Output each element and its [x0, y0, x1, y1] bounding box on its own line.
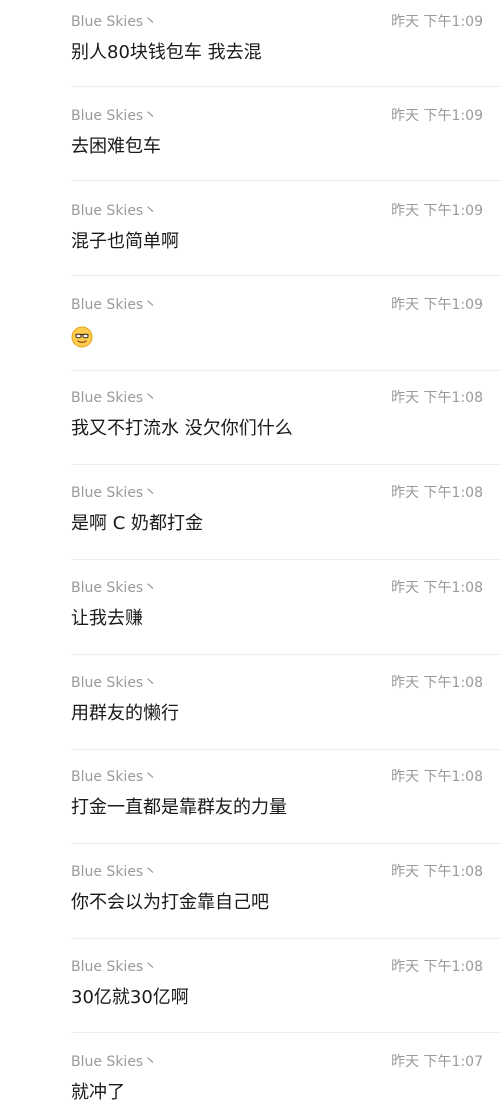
message-item[interactable]: Blue Skies丶 昨天 下午1:08 你不会以为打金靠自己吧 — [71, 850, 483, 944]
message-time: 昨天 下午1:08 — [391, 580, 483, 596]
message-text: 30亿就30亿啊 — [71, 987, 189, 1008]
sender-name[interactable]: Blue Skies丶 — [71, 202, 157, 220]
sender-name[interactable]: Blue Skies丶 — [71, 579, 157, 597]
sender-name[interactable]: Blue Skies丶 — [71, 768, 157, 786]
message-text: 打金一直都是靠群友的力量 — [71, 797, 287, 818]
message-item[interactable]: Blue Skies丶 昨天 下午1:08 是啊 C 奶都打金 — [71, 471, 483, 565]
message-time: 昨天 下午1:08 — [391, 959, 483, 975]
divider — [71, 654, 501, 655]
message-time: 昨天 下午1:08 — [391, 390, 483, 406]
message-text: 你不会以为打金靠自己吧 — [71, 892, 269, 913]
message-time: 昨天 下午1:08 — [391, 675, 483, 691]
message-time: 昨天 下午1:09 — [391, 203, 483, 219]
message-item[interactable]: Blue Skies丶 昨天 下午1:08 我又不打流水 没欠你们什么 — [71, 376, 483, 470]
sender-name[interactable]: Blue Skies丶 — [71, 484, 157, 502]
divider — [71, 180, 501, 181]
message-text: 混子也简单啊 — [71, 231, 179, 252]
sender-name[interactable]: Blue Skies丶 — [71, 13, 157, 31]
message-time: 昨天 下午1:08 — [391, 864, 483, 880]
message-text: 就冲了 — [71, 1082, 125, 1103]
divider — [71, 86, 501, 87]
message-feed: Blue Skies丶 昨天 下午1:09 别人80块钱包车 我去混 Blue … — [0, 0, 501, 1116]
sender-name[interactable]: Blue Skies丶 — [71, 863, 157, 881]
message-item[interactable]: Blue Skies丶 昨天 下午1:08 用群友的懒行 — [71, 661, 483, 755]
message-item[interactable]: Blue Skies丶 昨天 下午1:08 打金一直都是靠群友的力量 — [71, 755, 483, 849]
message-text: 用群友的懒行 — [71, 703, 179, 724]
message-item[interactable]: Blue Skies丶 昨天 下午1:08 让我去赚 — [71, 566, 483, 660]
sender-name[interactable]: Blue Skies丶 — [71, 389, 157, 407]
message-item[interactable]: Blue Skies丶 昨天 下午1:09 别人80块钱包车 我去混 — [71, 0, 483, 94]
message-time: 昨天 下午1:09 — [391, 108, 483, 124]
sender-name[interactable]: Blue Skies丶 — [71, 107, 157, 125]
message-time: 昨天 下午1:07 — [391, 1054, 483, 1070]
divider — [71, 1032, 501, 1033]
message-time: 昨天 下午1:09 — [391, 14, 483, 30]
divider — [71, 749, 501, 750]
sender-name[interactable]: Blue Skies丶 — [71, 1053, 157, 1071]
divider — [71, 370, 501, 371]
smiling-face-with-sunglasses-icon — [71, 326, 93, 348]
message-item[interactable]: Blue Skies丶 昨天 下午1:09 去困难包车 — [71, 94, 483, 188]
message-item[interactable]: Blue Skies丶 昨天 下午1:07 就冲了 — [71, 1040, 483, 1116]
message-text: 是啊 C 奶都打金 — [71, 513, 204, 534]
message-text: 去困难包车 — [71, 136, 161, 157]
message-text: 别人80块钱包车 我去混 — [71, 42, 262, 63]
divider — [71, 938, 501, 939]
message-item[interactable]: Blue Skies丶 昨天 下午1:08 30亿就30亿啊 — [71, 945, 483, 1039]
message-text: 我又不打流水 没欠你们什么 — [71, 418, 293, 439]
divider — [71, 559, 501, 560]
sender-name[interactable]: Blue Skies丶 — [71, 674, 157, 692]
divider — [71, 843, 501, 844]
message-item[interactable]: Blue Skies丶 昨天 下午1:09 — [71, 283, 483, 377]
message-text: 让我去赚 — [71, 608, 143, 629]
message-time: 昨天 下午1:08 — [391, 485, 483, 501]
message-time: 昨天 下午1:08 — [391, 769, 483, 785]
sender-name[interactable]: Blue Skies丶 — [71, 296, 157, 314]
message-item[interactable]: Blue Skies丶 昨天 下午1:09 混子也简单啊 — [71, 189, 483, 283]
divider — [71, 275, 501, 276]
divider — [71, 464, 501, 465]
message-time: 昨天 下午1:09 — [391, 297, 483, 313]
sender-name[interactable]: Blue Skies丶 — [71, 958, 157, 976]
